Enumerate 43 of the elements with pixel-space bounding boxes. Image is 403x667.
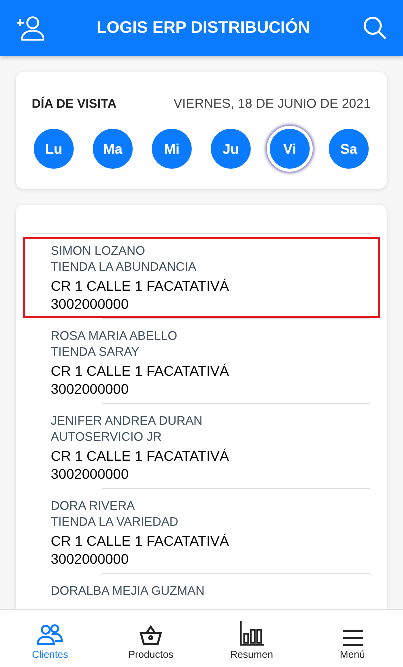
visit-day-label: DÍA DE VISITA [32,96,117,110]
client-name: SIMON LOZANO [51,243,146,259]
store-name: AUTOSERVICIO JR [51,429,163,445]
nav-tab[interactable]: Resumen [202,610,302,667]
add-user-button[interactable] [16,15,44,41]
client-address: CR 1 CALLE 1 FACATATIVÁ [51,532,230,551]
add-user-icon [16,15,44,41]
client-row[interactable]: JENIFER ANDREA DURAN AUTOSERVICIO JR CR 1 CALLE 1 FACATATIVÁ 3002000000 [23,407,380,488]
client-address: CR 1 CALLE 1 FACATATIVÁ [51,277,230,296]
day-button[interactable]: Ju [211,129,251,169]
client-phone: 3002000000 [51,296,130,313]
store-name: TIENDA LA VARIEDAD [51,514,180,530]
day-button[interactable]: Ma [93,129,133,169]
client-address: CR 1 CALLE 1 FACATATIVÁ [51,447,230,466]
client-address: CR 1 CALLE 1 FACATATIVÁ [51,362,230,381]
client-phone: 3002000000 [51,466,130,483]
nav-tab[interactable]: Clientes [0,610,101,667]
client-name: ROSA MARIA ABELLO [51,328,178,344]
store-name: TIENDA SARAY [51,344,141,360]
app-title: LOGIS ERP DISTRIBUCIÓN [96,18,310,38]
client-name: DORALBA MEJIA GUZMAN [51,583,206,599]
day-button[interactable]: Vi [270,129,310,169]
day-button[interactable]: Lu [34,129,74,169]
nav-tab[interactable]: Menú [302,610,403,667]
client-name: JENIFER ANDREA DURAN [51,413,204,429]
client-row[interactable]: DORALBA MEJIA GUZMAN [23,577,380,604]
search-icon [363,16,387,40]
client-row[interactable]: SIMON LOZANO TIENDA LA ABUNDANCIA CR 1 CALLE 1 FACATATIVÁ 3002000000 [23,237,380,318]
day-button[interactable]: Mi [152,129,192,169]
client-phone: 3002000000 [51,551,130,568]
visit-date: VIERNES, 18 DE JUNIO DE 2021 [174,96,371,111]
menu-icon [342,630,364,646]
day-button[interactable]: Sa [329,129,369,169]
client-row[interactable]: DORA RIVERA TIENDA LA VARIEDAD CR 1 CALLE 1 FACATATIVÁ 3002000000 [23,492,380,573]
store-name: TIENDA LA ABUNDANCIA [51,259,198,275]
search-button[interactable] [363,16,387,40]
client-row[interactable]: ROSA MARIA ABELLO TIENDA SARAY CR 1 CALLE 1 FACATATIVÁ 3002000000 [23,322,380,403]
basket-icon [139,624,164,646]
client-name: DORA RIVERA [51,498,136,514]
people-icon [37,624,64,646]
client-phone: 3002000000 [51,381,130,398]
nav-tab[interactable]: Productos [100,610,202,667]
bar-chart-icon [238,620,265,646]
